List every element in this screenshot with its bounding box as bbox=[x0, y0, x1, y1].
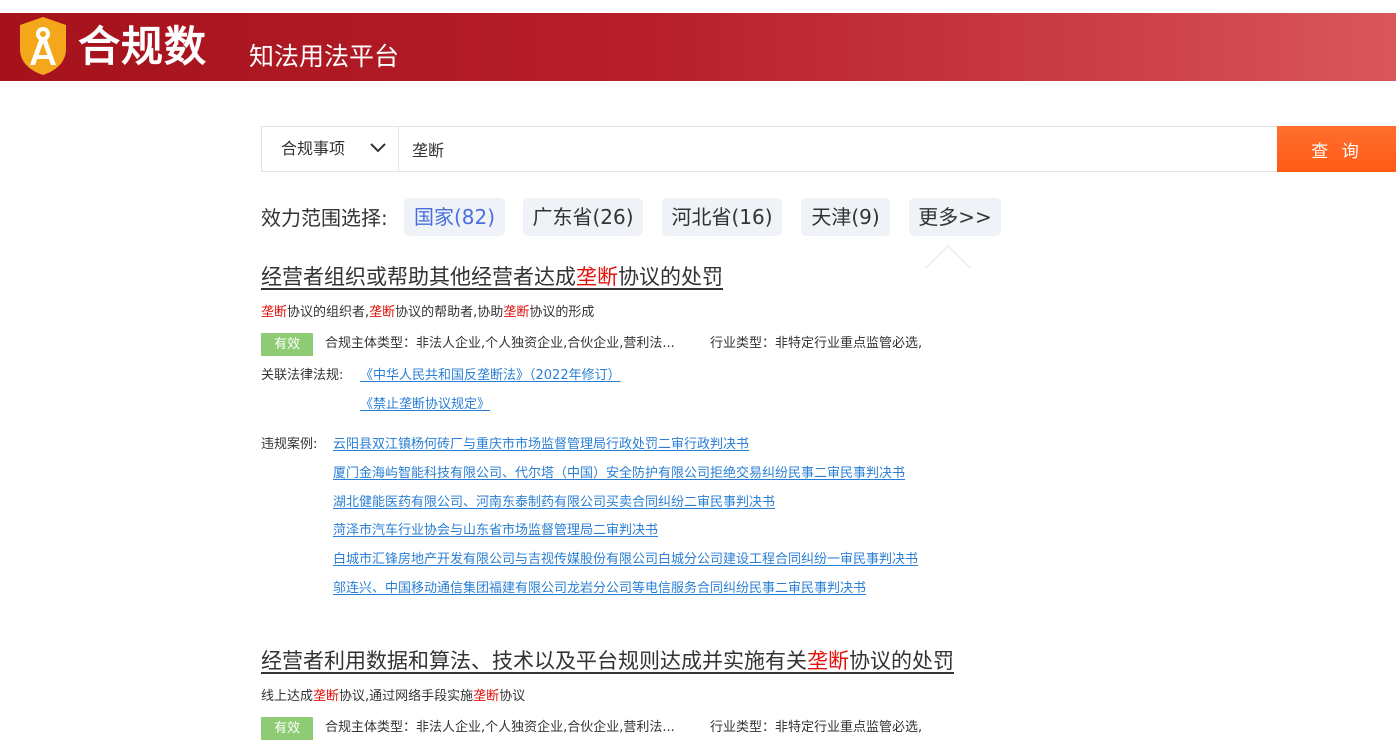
title-highlight: 垄断 bbox=[807, 649, 849, 673]
desc-highlight: 垄断 bbox=[473, 689, 500, 704]
desc-text: 协议的组织者, bbox=[287, 305, 370, 320]
status-badge: 有效 bbox=[261, 333, 313, 356]
result-description: 垄断协议的组织者,垄断协议的帮助者,协助垄断协议的形成 bbox=[261, 304, 594, 322]
case-link[interactable]: 白城市汇锋房地产开发有限公司与吉视传媒股份有限公司白城分公司建设工程合同纠纷一审… bbox=[333, 551, 918, 569]
result-title[interactable]: 经营者组织或帮助其他经营者达成垄断协议的处罚 bbox=[261, 263, 723, 291]
case-link[interactable]: 菏泽市汽车行业协会与山东省市场监督管理局二审判决书 bbox=[333, 522, 658, 540]
desc-text: 协议的帮助者,协助 bbox=[395, 305, 504, 320]
scope-chip-tianjin[interactable]: 天津(9) bbox=[801, 198, 890, 236]
law-label: 关联法律法规: bbox=[261, 368, 344, 383]
desc-text: 协议 bbox=[499, 689, 526, 704]
case-link[interactable]: 厦门金海屿智能科技有限公司、代尔塔（中国）安全防护有限公司拒绝交易纠纷民事二审民… bbox=[333, 465, 905, 483]
result-description: 线上达成垄断协议,通过网络手段实施垄断协议 bbox=[261, 688, 525, 706]
scope-chip-hebei[interactable]: 河北省(16) bbox=[662, 198, 782, 236]
case-link[interactable]: 湖北健能医药有限公司、河南东泰制药有限公司买卖合同纠纷二审民事判决书 bbox=[333, 494, 775, 512]
industry-type: 行业类型：非特定行业重点监管必选, bbox=[710, 336, 923, 351]
title-highlight: 垄断 bbox=[576, 265, 618, 289]
status-badge: 有效 bbox=[261, 717, 313, 740]
desc-highlight: 垄断 bbox=[261, 305, 288, 320]
chevron-down-icon bbox=[370, 143, 386, 153]
search-button[interactable]: 查 询 bbox=[1277, 126, 1396, 172]
desc-highlight: 垄断 bbox=[369, 305, 396, 320]
title-text: 经营者利用数据和算法、技术以及平台规则达成并实施有关 bbox=[261, 649, 807, 673]
title-text: 经营者组织或帮助其他经营者达成 bbox=[261, 265, 576, 289]
search-input[interactable] bbox=[400, 127, 1276, 171]
subject-type: 合规主体类型：非法人企业,个人独资企业,合伙企业,营利法... bbox=[325, 720, 675, 735]
subject-type: 合规主体类型：非法人企业,个人独资企业,合伙企业,营利法... bbox=[325, 336, 675, 351]
search-bar: 合规事项 查 询 bbox=[261, 126, 1396, 172]
case-link[interactable]: 云阳县双江镇杨何砖厂与重庆市市场监督管理局行政处罚二审行政判决书 bbox=[333, 436, 749, 454]
case-link[interactable]: 邬连兴、中国移动通信集团福建有限公司龙岩分公司等电信服务合同纠纷民事二审民事判决… bbox=[333, 580, 866, 598]
desc-text: 协议,通过网络手段实施 bbox=[339, 689, 474, 704]
title-text: 协议的处罚 bbox=[618, 265, 723, 289]
scope-chip-national[interactable]: 国家(82) bbox=[404, 198, 505, 236]
desc-text: 协议的形成 bbox=[529, 305, 595, 320]
scope-label: 效力范围选择: bbox=[261, 206, 388, 230]
site-header: 合规数 知法用法平台 bbox=[0, 13, 1396, 81]
site-logo-text: 合规数 bbox=[78, 22, 208, 71]
category-select-label: 合规事项 bbox=[281, 139, 346, 158]
scope-chip-guangdong[interactable]: 广东省(26) bbox=[523, 198, 643, 236]
law-link[interactable]: 《中华人民共和国反垄断法》（2022年修订） bbox=[360, 367, 621, 385]
scope-chip-more[interactable]: 更多>> bbox=[909, 198, 1001, 236]
desc-highlight: 垄断 bbox=[313, 689, 340, 704]
result-title[interactable]: 经营者利用数据和算法、技术以及平台规则达成并实施有关垄断协议的处罚 bbox=[261, 647, 954, 675]
top-strip bbox=[0, 0, 1396, 13]
cases-label: 违规案例: bbox=[261, 437, 318, 452]
dropdown-pointer bbox=[925, 244, 971, 269]
industry-type: 行业类型：非特定行业重点监管必选, bbox=[710, 720, 923, 735]
site-subtitle: 知法用法平台 bbox=[249, 42, 400, 71]
law-link[interactable]: 《禁止垄断协议规定》 bbox=[360, 396, 490, 414]
desc-text: 线上达成 bbox=[261, 689, 314, 704]
shield-compass-icon bbox=[20, 17, 66, 75]
desc-highlight: 垄断 bbox=[503, 305, 530, 320]
title-text: 协议的处罚 bbox=[849, 649, 954, 673]
category-select[interactable]: 合规事项 bbox=[262, 127, 399, 171]
